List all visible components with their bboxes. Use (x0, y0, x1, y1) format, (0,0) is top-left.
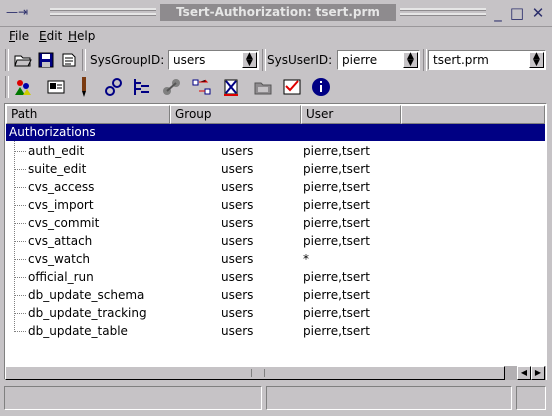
sysgroup-label: SysGroupID: (90, 53, 165, 67)
tree-row[interactable]: db_update_tracking users pierre,tsert (6, 304, 545, 322)
column-header-path[interactable]: Path (6, 105, 170, 124)
combo-arrows-icon[interactable]: ▲ ▼ (403, 52, 418, 68)
tree-row[interactable]: db_update_table users pierre,tsert (6, 322, 545, 340)
title-grip (50, 8, 156, 11)
toolbar-selection: SysGroupID: users ▲ ▼ SysUserID: pierre ▲… (0, 47, 552, 73)
open-folder-icon[interactable] (12, 49, 34, 71)
print-icon[interactable] (58, 49, 80, 71)
folder-icon[interactable] (252, 76, 274, 98)
file-select[interactable]: tsert.prm ▲ ▼ (428, 50, 546, 70)
tree-row[interactable]: official_run users pierre,tsert (6, 268, 545, 286)
status-pane-main (4, 386, 262, 410)
menu-file[interactable]: File (9, 28, 29, 44)
menu-bar: File Edit Help (0, 26, 552, 46)
file-value: tsert.prm (433, 53, 489, 67)
column-header-user[interactable]: User (301, 105, 401, 124)
transfer-icon[interactable] (191, 76, 213, 98)
window-title: Tsert-Authorization: tsert.prm (160, 4, 396, 21)
window-menu-icon[interactable]: —⇥ (6, 4, 46, 20)
toolbar-separator (5, 76, 9, 98)
toolbar-separator (262, 49, 266, 71)
sysgroup-select[interactable]: users ▲ ▼ (168, 50, 259, 70)
sysuser-value: pierre (342, 53, 378, 67)
info-icon[interactable] (310, 76, 332, 98)
scrollbar-thumb[interactable] (5, 366, 505, 380)
toolbar-separator (82, 49, 86, 71)
sysgroup-value: users (173, 53, 206, 67)
toolbar-separator (423, 49, 427, 71)
title-bar[interactable]: —⇥ Tsert-Authorization: tsert.prm _ □ ✕ (0, 0, 552, 27)
tree-row[interactable]: suite_edit users pierre,tsert (6, 160, 545, 178)
users-icon[interactable] (12, 76, 34, 98)
pen-icon[interactable] (73, 76, 95, 98)
tree-row[interactable]: db_update_schema users pierre,tsert (6, 286, 545, 304)
close-icon[interactable]: ✕ (530, 5, 546, 21)
delete-icon[interactable] (220, 76, 242, 98)
column-header-group[interactable]: Group (170, 105, 301, 124)
tree-row[interactable]: cvs_import users pierre,tsert (6, 196, 545, 214)
checklist-icon[interactable] (281, 76, 303, 98)
combo-arrows-icon[interactable]: ▲ ▼ (529, 52, 544, 68)
tree-row[interactable]: cvs_commit users pierre,tsert (6, 214, 545, 232)
tree-row[interactable]: cvs_attach users pierre,tsert (6, 232, 545, 250)
minimize-icon[interactable]: _ (490, 5, 506, 21)
scroll-right-icon[interactable]: ▶ (531, 366, 545, 380)
save-disk-icon[interactable] (35, 49, 57, 71)
toolbar-actions (0, 74, 552, 100)
menu-help[interactable]: Help (68, 28, 95, 44)
tree-row[interactable]: cvs_access users pierre,tsert (6, 178, 545, 196)
thumb-grip (251, 369, 265, 377)
sysuser-select[interactable]: pierre ▲ ▼ (337, 50, 420, 70)
tree-row[interactable]: cvs_watch users * (6, 250, 545, 268)
title-grip (50, 13, 156, 16)
gears-icon[interactable] (103, 76, 125, 98)
title-grip (400, 8, 486, 11)
menu-edit[interactable]: Edit (39, 28, 62, 44)
card-icon[interactable] (45, 76, 67, 98)
scroll-left-icon[interactable]: ◀ (517, 366, 531, 380)
sysuser-label: SysUserID: (267, 53, 333, 67)
status-pane-resize (516, 386, 546, 410)
column-header-filler (401, 105, 545, 124)
toolbar-separator (5, 49, 9, 71)
tree-root-authorizations[interactable]: Authorizations (6, 124, 545, 141)
combo-arrows-icon[interactable]: ▲ ▼ (242, 52, 257, 68)
title-grip (400, 13, 486, 16)
status-pane-secondary (266, 386, 512, 410)
tree-icon[interactable] (131, 76, 153, 98)
tree-view[interactable]: Path Group User Authorizations auth_edit… (4, 103, 547, 380)
horizontal-scrollbar[interactable]: ◀ ▶ (5, 366, 546, 380)
tree-row[interactable]: auth_edit users pierre,tsert (6, 142, 545, 160)
maximize-icon[interactable]: □ (509, 5, 525, 21)
network-icon[interactable] (161, 76, 183, 98)
